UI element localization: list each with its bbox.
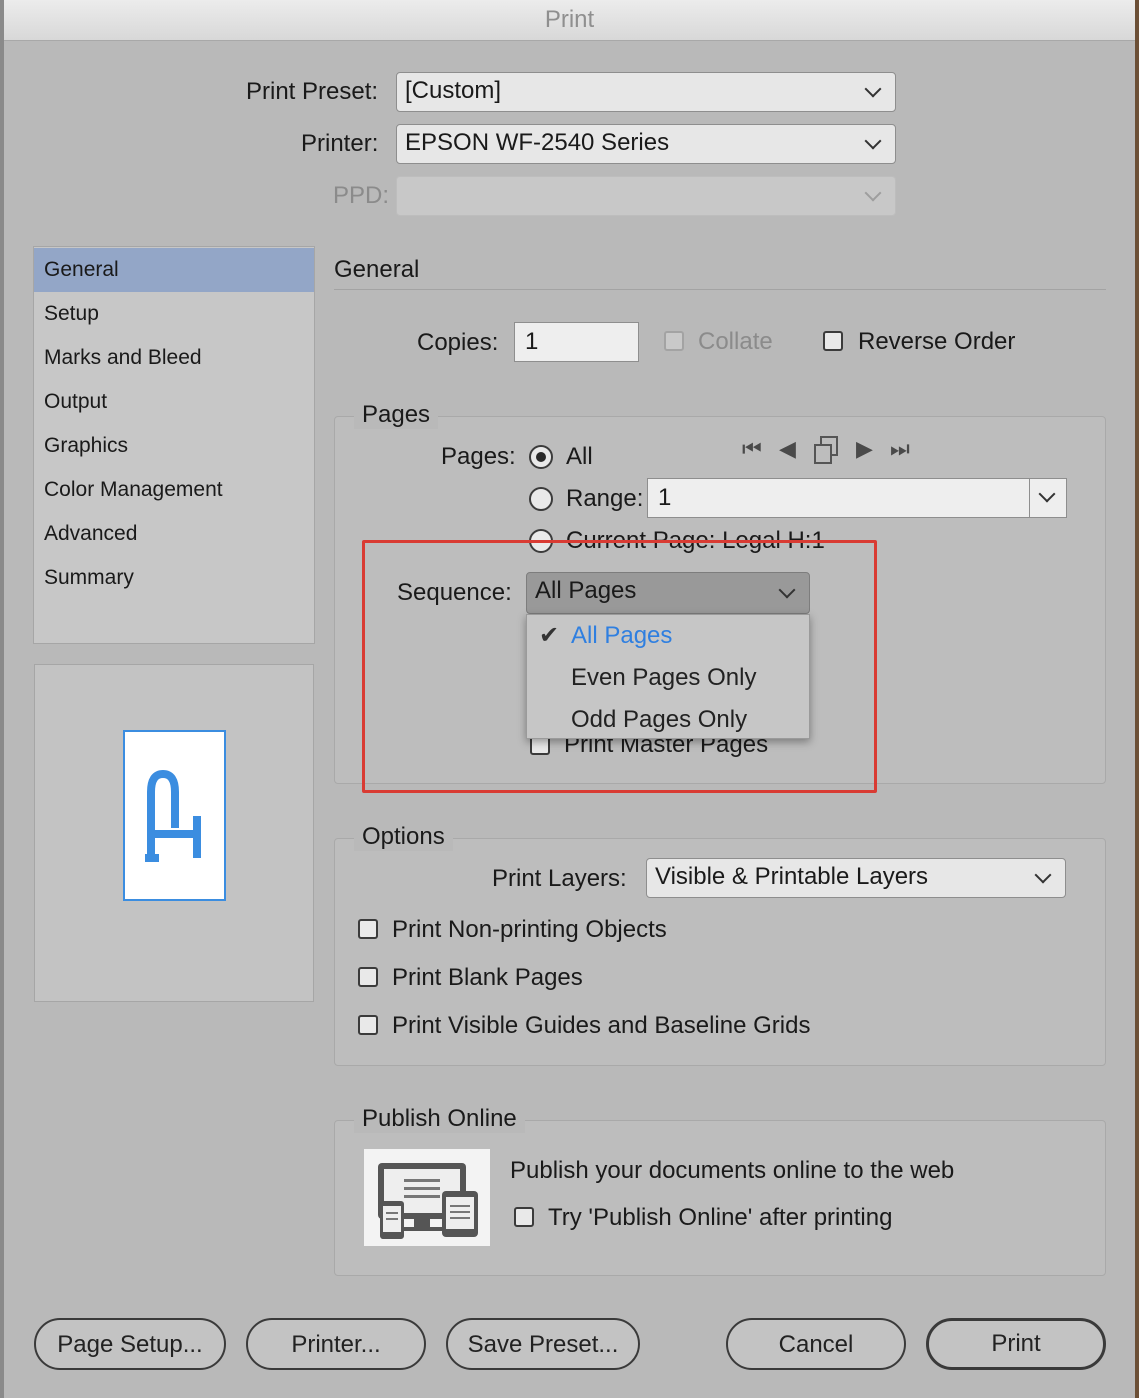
next-page-icon[interactable]: ▶ xyxy=(856,437,873,461)
last-page-icon[interactable]: ⏭ xyxy=(890,437,910,461)
print-layers-value: Visible & Printable Layers xyxy=(655,863,929,890)
try-publish-online-label: Try 'Publish Online' after printing xyxy=(548,1204,893,1231)
options-group-title: Options xyxy=(354,823,453,851)
publish-online-group-title: Publish Online xyxy=(354,1105,525,1133)
printer-select[interactable]: EPSON WF-2540 Series xyxy=(396,124,896,164)
page-preview-panel xyxy=(34,664,314,1002)
printer-button[interactable]: Printer... xyxy=(246,1318,426,1370)
sidebar-item-general[interactable]: General xyxy=(34,248,314,292)
visible-guides-label: Print Visible Guides and Baseline Grids xyxy=(392,1012,811,1039)
general-section-title: General xyxy=(334,256,420,283)
prev-page-icon[interactable]: ◀ xyxy=(779,437,796,461)
copies-input[interactable]: 1 xyxy=(514,322,639,362)
sidebar-item-setup[interactable]: Setup xyxy=(34,292,314,336)
highlight-box xyxy=(362,540,877,793)
sidebar-item-marks-and-bleed[interactable]: Marks and Bleed xyxy=(34,336,314,380)
printer-value: EPSON WF-2540 Series xyxy=(405,129,670,156)
sidebar-item-output[interactable]: Output xyxy=(34,380,314,424)
chevron-down-icon xyxy=(1034,866,1052,884)
range-value: 1 xyxy=(658,484,672,511)
print-layers-select[interactable]: Visible & Printable Layers xyxy=(646,858,1066,898)
visible-guides-checkbox[interactable] xyxy=(358,1015,378,1035)
pages-all-radio[interactable] xyxy=(529,445,553,469)
collate-label: Collate xyxy=(698,328,773,355)
reverse-order-checkbox[interactable] xyxy=(823,331,843,351)
chevron-down-icon xyxy=(864,184,882,202)
spreads-icon[interactable] xyxy=(812,436,838,464)
pages-label: Pages: xyxy=(441,443,516,470)
non-printing-objects-label: Print Non-printing Objects xyxy=(392,916,667,943)
blank-pages-label: Print Blank Pages xyxy=(392,964,583,991)
ppd-select xyxy=(396,176,896,216)
print-layers-label: Print Layers: xyxy=(492,865,627,892)
page-preview-icon xyxy=(123,730,226,901)
print-button[interactable]: Print xyxy=(926,1318,1106,1370)
copies-label: Copies: xyxy=(417,329,499,356)
pages-all-label: All xyxy=(566,443,593,470)
first-page-icon[interactable]: ⏮ xyxy=(742,437,762,461)
collate-checkbox xyxy=(664,331,684,351)
sidebar-item-advanced[interactable]: Advanced xyxy=(34,512,314,556)
ppd-label: PPD: xyxy=(333,182,390,209)
range-dropdown-button[interactable] xyxy=(1029,479,1066,517)
page-setup-button[interactable]: Page Setup... xyxy=(34,1318,226,1370)
print-preset-label: Print Preset: xyxy=(246,78,379,105)
chevron-down-icon xyxy=(1038,485,1056,503)
devices-icon xyxy=(364,1149,490,1246)
chevron-down-icon xyxy=(864,80,882,98)
pages-range-label: Range: xyxy=(566,485,644,512)
desktop-edge-right xyxy=(1135,0,1139,1398)
blank-pages-checkbox[interactable] xyxy=(358,967,378,987)
pages-range-radio[interactable] xyxy=(529,487,553,511)
range-input[interactable]: 1 xyxy=(647,478,1067,518)
window-edge-left xyxy=(0,0,4,1398)
print-preset-select[interactable]: [Custom] xyxy=(396,72,896,112)
try-publish-online-checkbox[interactable] xyxy=(514,1207,534,1227)
chevron-down-icon xyxy=(864,132,882,150)
sidebar-item-summary[interactable]: Summary xyxy=(34,556,314,600)
publish-online-text: Publish your documents online to the web xyxy=(510,1157,955,1184)
sidebar: General Setup Marks and Bleed Output Gra… xyxy=(33,246,315,644)
printer-label: Printer: xyxy=(301,130,379,157)
save-preset-button[interactable]: Save Preset... xyxy=(446,1318,640,1370)
reverse-order-label: Reverse Order xyxy=(858,328,1016,355)
window-title: Print xyxy=(4,0,1135,41)
sidebar-item-color-management[interactable]: Color Management xyxy=(34,468,314,512)
print-preset-value: [Custom] xyxy=(405,77,502,104)
sidebar-item-graphics[interactable]: Graphics xyxy=(34,424,314,468)
page-glyph-icon xyxy=(145,769,201,862)
pages-group-title: Pages xyxy=(354,401,439,429)
section-divider xyxy=(334,289,1106,290)
non-printing-objects-checkbox[interactable] xyxy=(358,919,378,939)
cancel-button[interactable]: Cancel xyxy=(726,1318,906,1370)
